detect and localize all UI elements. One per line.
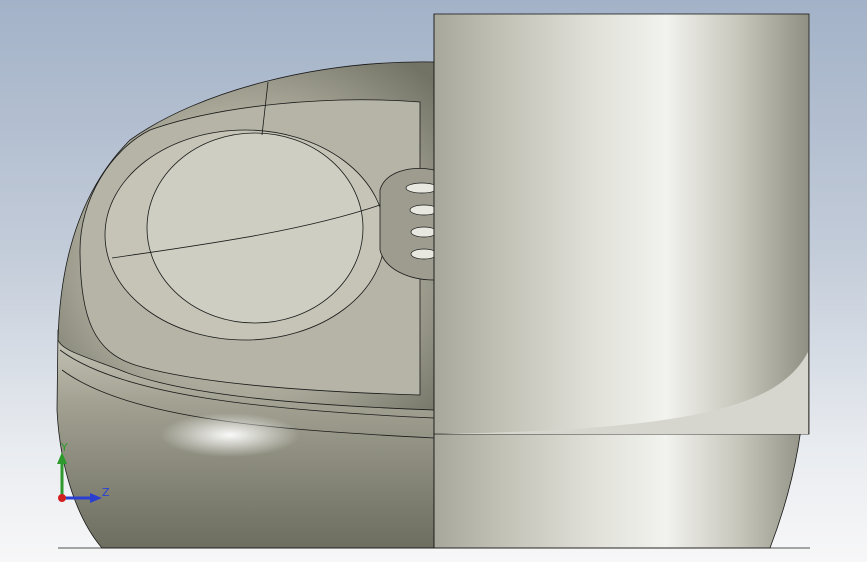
origin-dot-icon [58, 494, 66, 502]
y-axis-label: Y [61, 441, 68, 454]
graphics-viewport[interactable]: Y Z [0, 0, 867, 562]
y-axis-arrow-icon [57, 452, 67, 498]
model-scene[interactable] [0, 0, 867, 562]
cylinder-section [433, 13, 810, 435]
specular-highlight [160, 413, 300, 457]
z-axis-arrow-icon [62, 493, 102, 503]
oval-recess-inner [146, 132, 364, 324]
z-axis-label: Z [102, 486, 110, 499]
